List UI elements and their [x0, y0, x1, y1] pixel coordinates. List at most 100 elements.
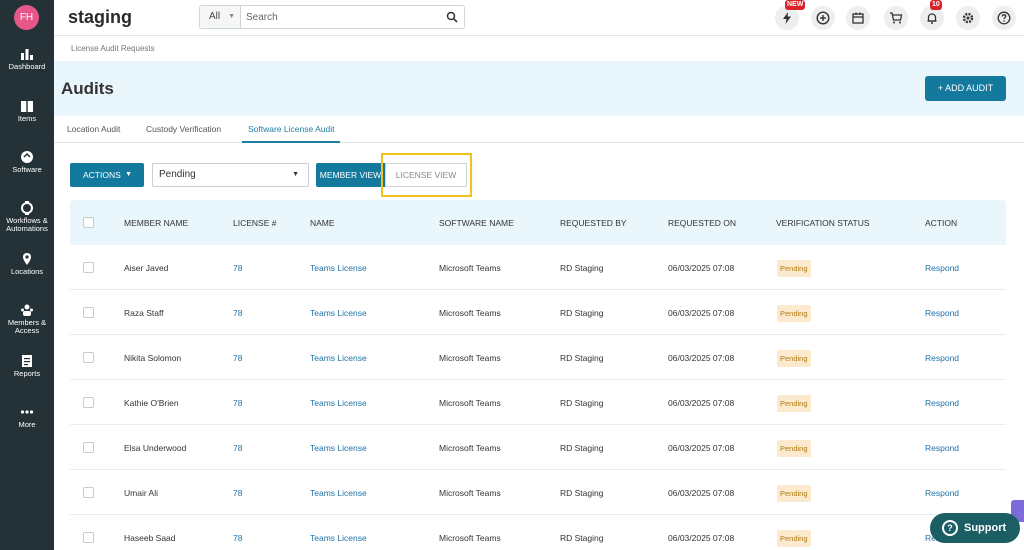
table-row: Elsa Underwood 78 Teams License Microsof… — [70, 425, 1006, 470]
sidebar-item-software[interactable]: Software — [0, 150, 54, 174]
respond-link[interactable]: Respond — [925, 488, 959, 498]
select-all-checkbox[interactable] — [83, 217, 94, 228]
help-icon: ? — [942, 520, 958, 536]
table-row: Umair Ali 78 Teams License Microsoft Tea… — [70, 470, 1006, 515]
table-row: Haseeb Saad 78 Teams License Microsoft T… — [70, 515, 1006, 550]
sidebar: FH Dashboard Items Software Workflows & … — [0, 0, 54, 550]
sidebar-item-label: Items — [17, 114, 37, 123]
row-checkbox[interactable] — [83, 442, 94, 453]
search-scope-select[interactable]: All ▼ — [200, 6, 241, 28]
column-header[interactable]: NAME — [310, 218, 335, 228]
column-header[interactable]: ACTION — [925, 218, 957, 228]
respond-link[interactable]: Respond — [925, 263, 959, 273]
license-name-link[interactable]: Teams License — [310, 353, 367, 363]
sidebar-item-workflows[interactable]: Workflows & Automations — [0, 201, 54, 233]
search-input[interactable] — [246, 8, 436, 26]
software-name: Microsoft Teams — [439, 353, 501, 363]
sidebar-item-dashboard[interactable]: Dashboard — [0, 47, 54, 71]
column-header[interactable]: REQUESTED ON — [668, 218, 736, 228]
row-checkbox[interactable] — [83, 397, 94, 408]
member-name: Nikita Solomon — [124, 353, 182, 363]
calendar-button[interactable] — [846, 6, 870, 30]
software-name: Microsoft Teams — [439, 398, 501, 408]
requested-on: 06/03/2025 07:08 — [668, 533, 735, 543]
column-header[interactable]: SOFTWARE NAME — [439, 218, 514, 228]
license-number-link[interactable]: 78 — [233, 488, 242, 498]
column-header[interactable]: VERIFICATION STATUS — [776, 218, 870, 228]
user-avatar[interactable]: FH — [14, 5, 39, 30]
member-name: Umair Ali — [124, 488, 159, 498]
items-icon — [21, 101, 33, 112]
row-checkbox[interactable] — [83, 262, 94, 273]
license-number-link[interactable]: 78 — [233, 533, 242, 543]
search-icon[interactable] — [446, 11, 458, 23]
license-name-link[interactable]: Teams License — [310, 533, 367, 543]
row-checkbox[interactable] — [83, 307, 94, 318]
column-header[interactable]: MEMBER NAME — [124, 218, 188, 228]
requested-by: RD Staging — [560, 263, 604, 273]
sidebar-item-reports[interactable]: Reports — [0, 354, 54, 378]
sidebar-item-items[interactable]: Items — [0, 99, 54, 123]
requested-by: RD Staging — [560, 488, 604, 498]
tab-custody-verification[interactable]: Custody Verification — [140, 116, 227, 143]
gear-icon — [962, 12, 974, 24]
brand-logo[interactable]: staging — [68, 7, 132, 28]
status-badge: Pending — [777, 395, 811, 412]
sidebar-item-label: Members & Access — [7, 318, 47, 335]
table-row: Kathie O'Brien 78 Teams License Microsof… — [70, 380, 1006, 425]
license-name-link[interactable]: Teams License — [310, 488, 367, 498]
sidebar-item-label: Dashboard — [8, 62, 46, 71]
add-audit-button[interactable]: + ADD AUDIT — [925, 76, 1006, 101]
help-icon — [997, 11, 1011, 25]
requested-on: 06/03/2025 07:08 — [668, 398, 735, 408]
license-name-link[interactable]: Teams License — [310, 398, 367, 408]
respond-link[interactable]: Respond — [925, 353, 959, 363]
member-view-button[interactable]: MEMBER VIEW — [316, 163, 385, 187]
license-name-link[interactable]: Teams License — [310, 263, 367, 273]
sidebar-item-more[interactable]: More — [0, 405, 54, 429]
member-name: Elsa Underwood — [124, 443, 187, 453]
whats-new-button[interactable]: NEW — [775, 0, 806, 30]
requested-by: RD Staging — [560, 533, 604, 543]
software-icon — [21, 151, 33, 163]
chevron-down-icon: ▼ — [228, 13, 235, 20]
tab-location-audit[interactable]: Location Audit — [61, 116, 126, 143]
top-bar: staging All ▼ NEW 10 — [54, 0, 1024, 36]
column-header[interactable]: REQUESTED BY — [560, 218, 627, 228]
license-number-link[interactable]: 78 — [233, 308, 242, 318]
status-badge: Pending — [777, 350, 811, 367]
license-number-link[interactable]: 78 — [233, 398, 242, 408]
requested-by: RD Staging — [560, 308, 604, 318]
respond-link[interactable]: Respond — [925, 308, 959, 318]
audit-table: MEMBER NAME LICENSE # NAME SOFTWARE NAME… — [70, 200, 1006, 550]
license-number-link[interactable]: 78 — [233, 443, 242, 453]
column-header[interactable]: LICENSE # — [233, 218, 276, 228]
row-checkbox[interactable] — [83, 487, 94, 498]
license-name-link[interactable]: Teams License — [310, 308, 367, 318]
actions-button[interactable]: ACTIONS ▼ — [70, 163, 144, 187]
respond-link[interactable]: Respond — [925, 398, 959, 408]
notifications-button[interactable]: 10 — [920, 0, 944, 30]
caret-down-icon: ▼ — [125, 171, 132, 178]
cart-button[interactable] — [884, 6, 908, 30]
software-name: Microsoft Teams — [439, 263, 501, 273]
audit-tabs: Location Audit Custody Verification Soft… — [54, 116, 1024, 143]
help-button[interactable] — [992, 6, 1016, 30]
member-name: Kathie O'Brien — [124, 398, 179, 408]
row-checkbox[interactable] — [83, 532, 94, 543]
breadcrumb[interactable]: License Audit Requests — [71, 44, 155, 53]
row-checkbox[interactable] — [83, 352, 94, 363]
license-name-link[interactable]: Teams License — [310, 443, 367, 453]
sidebar-item-locations[interactable]: Locations — [0, 252, 54, 276]
license-number-link[interactable]: 78 — [233, 263, 242, 273]
respond-link[interactable]: Respond — [925, 443, 959, 453]
tab-software-license-audit[interactable]: Software License Audit — [242, 116, 341, 143]
page-title: Audits — [61, 79, 114, 98]
sidebar-item-members[interactable]: Members & Access — [0, 303, 54, 335]
status-filter-select[interactable]: Pending ▼ — [152, 163, 309, 187]
settings-button[interactable] — [956, 6, 980, 30]
license-number-link[interactable]: 78 — [233, 353, 242, 363]
quick-add-button[interactable] — [811, 6, 835, 30]
support-button[interactable]: ? Support — [930, 513, 1020, 543]
table-row: Raza Staff 78 Teams License Microsoft Te… — [70, 290, 1006, 335]
